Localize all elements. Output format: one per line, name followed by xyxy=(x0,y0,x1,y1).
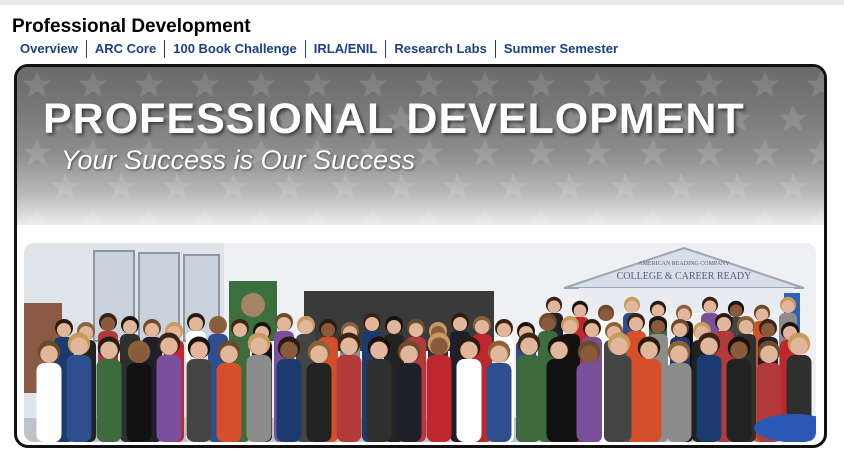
nav-link-100-book-challenge[interactable]: 100 Book Challenge xyxy=(164,40,305,58)
nav-link-arc-core[interactable]: ARC Core xyxy=(85,40,164,58)
banner-title: PROFESSIONAL DEVELOPMENT xyxy=(43,95,745,143)
nav-link-overview[interactable]: Overview xyxy=(12,40,86,58)
group-photo: AMERICAN READING COMPANY COLLEGE & CAREE… xyxy=(24,243,816,442)
nav-link-research-labs[interactable]: Research Labs xyxy=(385,40,495,58)
hero-banner: PROFESSIONAL DEVELOPMENT Your Success is… xyxy=(17,67,824,225)
group-photo-illustration: AMERICAN READING COMPANY COLLEGE & CAREE… xyxy=(24,243,816,442)
sign-top-text: AMERICAN READING COMPANY xyxy=(638,261,730,267)
banner-subtitle: Your Success is Our Success xyxy=(61,145,416,175)
nav-link-summer-semester[interactable]: Summer Semester xyxy=(494,40,626,58)
content-card: PROFESSIONAL DEVELOPMENT Your Success is… xyxy=(14,64,827,448)
page-title: Professional Development xyxy=(12,16,251,37)
section-nav: Overview ARC Core 100 Book Challenge IRL… xyxy=(12,40,626,58)
sign-main-text: COLLEGE & CAREER READY xyxy=(617,271,752,282)
top-strip xyxy=(0,0,844,5)
nav-link-irla-enil[interactable]: IRLA/ENIL xyxy=(304,40,386,58)
